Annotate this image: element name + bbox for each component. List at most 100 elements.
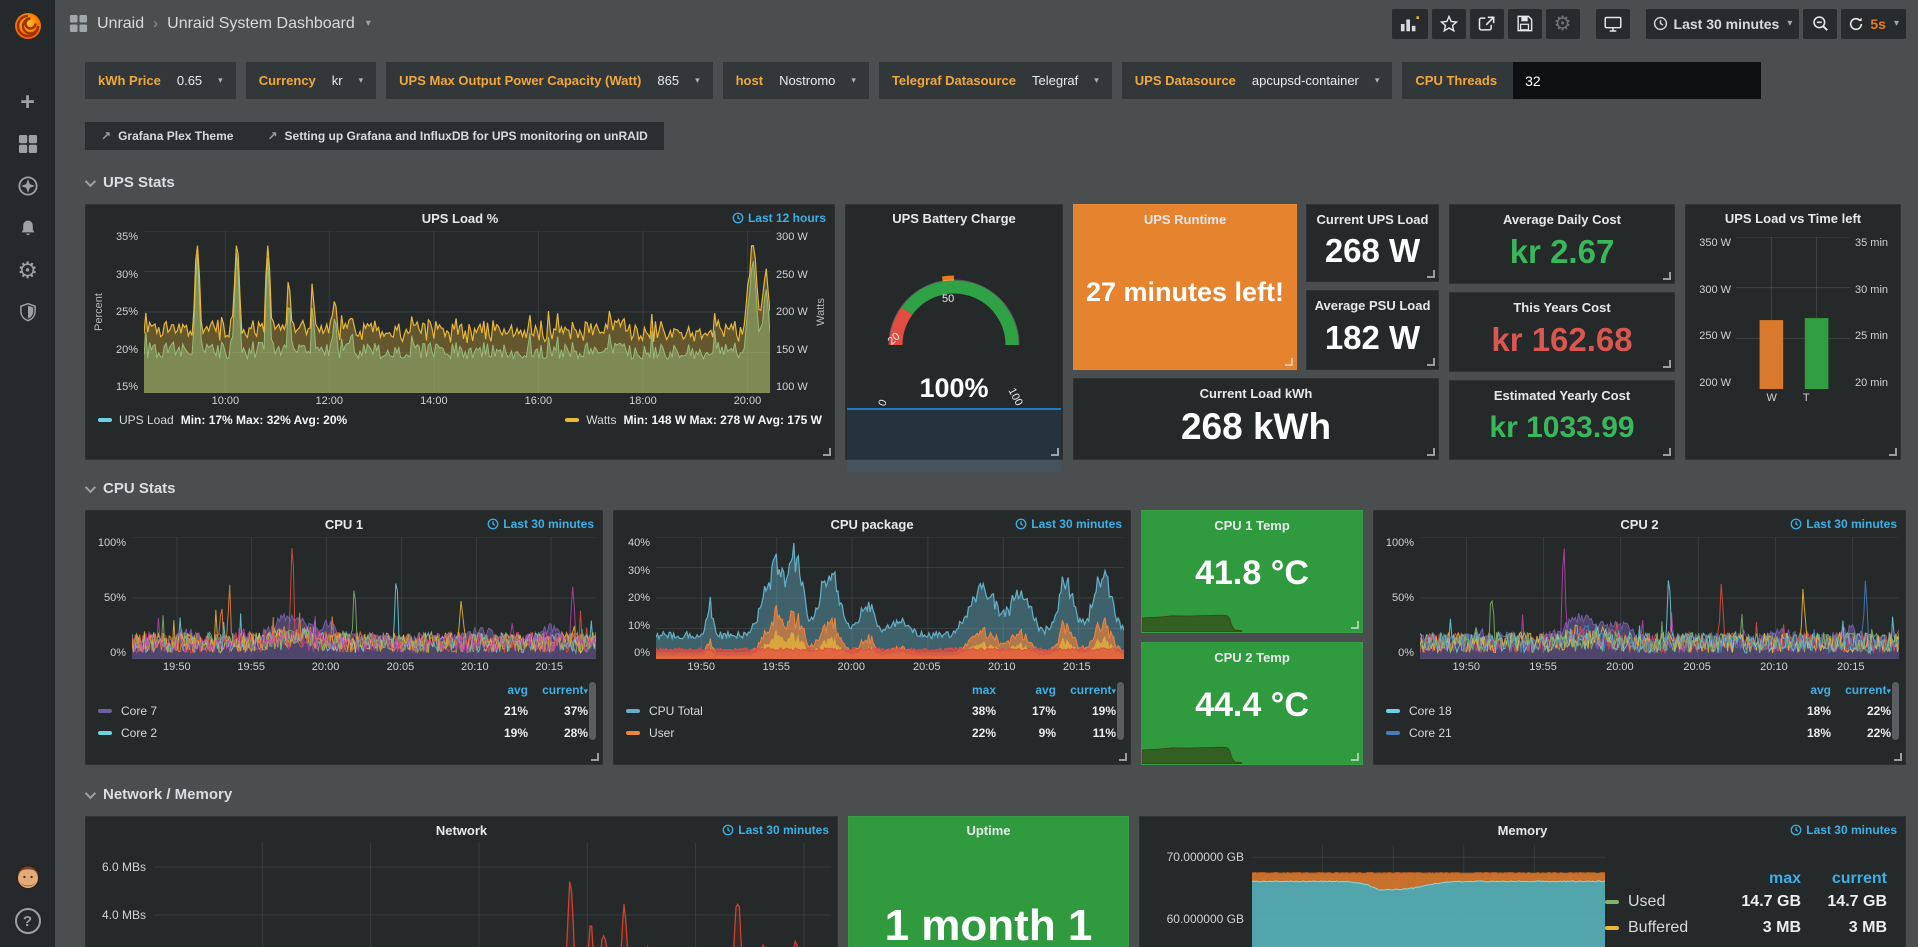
sort-caret-icon: ▾	[1886, 686, 1891, 696]
y-axis-ticks: 40%30%20% 10%0%	[620, 537, 656, 659]
variable-currency[interactable]: Currency kr ▾	[246, 62, 376, 99]
variable-ups-max-power[interactable]: UPS Max Output Power Capacity (Watt) 865…	[386, 62, 712, 99]
section-ups-stats[interactable]: UPS Stats	[85, 174, 1906, 191]
panel-time-range: Last 30 minutes	[1790, 823, 1897, 837]
configuration-gear-icon[interactable]: ⚙	[8, 256, 48, 284]
legend-series-buffered[interactable]: Buffered	[1605, 919, 1723, 937]
legend-sort-current[interactable]: current▾	[1831, 683, 1891, 697]
legend-sort-current[interactable]: current	[1801, 870, 1887, 888]
help-icon[interactable]: ?	[8, 907, 48, 935]
average-psu-load-value: 182 W	[1325, 313, 1420, 369]
add-panel-button[interactable]	[1392, 9, 1428, 39]
clock-icon	[1790, 518, 1802, 530]
current-ups-load-value: 268 W	[1325, 227, 1420, 281]
bars-y-ticks-right: 35 min30 min 25 min20 min	[1850, 237, 1896, 389]
y-axis-ticks-right: 300 W250 W 200 W150 W 100 W	[770, 231, 814, 393]
create-icon[interactable]: +	[8, 88, 48, 116]
server-admin-shield-icon[interactable]	[8, 298, 48, 326]
share-dashboard-button[interactable]	[1470, 9, 1504, 39]
link-grafana-plex-theme[interactable]: ↗ Grafana Plex Theme	[101, 129, 233, 143]
legend-sort-current[interactable]: current▾	[528, 683, 588, 697]
legend-row: CPU Total 38% 17% 19%	[626, 700, 1116, 722]
variable-kwh-price[interactable]: kWh Price 0.65 ▾	[85, 62, 236, 99]
user-avatar[interactable]	[8, 863, 48, 891]
cpu-threads-input[interactable]: 32	[1513, 62, 1761, 99]
ups-bars-plot[interactable]	[1736, 237, 1850, 389]
this-years-cost-value: kr 162.68	[1491, 315, 1632, 371]
dashboard-grid-icon[interactable]	[69, 14, 88, 33]
legend-scrollbar[interactable]	[1117, 682, 1124, 740]
legend-sort-current[interactable]: current▾	[1056, 683, 1116, 697]
legend-series-used[interactable]: Used	[1605, 893, 1723, 911]
legend-series-core2[interactable]: Core 2	[98, 726, 468, 740]
y-axis-ticks: 100%50%0%	[1380, 537, 1420, 659]
section-network-memory[interactable]: Network / Memory	[85, 786, 1906, 803]
link-ups-monitoring-guide[interactable]: ↗ Setting up Grafana and InfluxDB for UP…	[267, 129, 647, 143]
panel-time-range: Last 30 minutes	[1015, 517, 1122, 531]
ups-runtime-value: 27 minutes left!	[1076, 227, 1294, 369]
panel-ups-runtime: UPS Runtime 27 minutes left!	[1073, 204, 1297, 370]
panel-ups-load-vs-time: UPS Load vs Time left 350 W300 W 250 W20…	[1685, 204, 1901, 460]
legend-series-core21[interactable]: Core 21	[1386, 726, 1771, 740]
legend-item-ups-load[interactable]: UPS Load Min: 17% Max: 32% Avg: 20%	[98, 413, 347, 427]
ups-load-chart-plot[interactable]	[144, 231, 770, 393]
star-dashboard-button[interactable]	[1432, 9, 1466, 39]
legend-series-user[interactable]: User	[626, 726, 936, 740]
cpu2-chart-plot[interactable]	[1420, 537, 1899, 659]
dashboard-picker-caret-icon[interactable]: ▾	[366, 18, 371, 29]
breadcrumb-separator-icon: ›	[153, 15, 158, 32]
legend-row: Core 21 18% 22%	[1386, 722, 1891, 744]
save-dashboard-button[interactable]	[1508, 9, 1542, 39]
legend-scrollbar[interactable]	[589, 682, 596, 740]
temp-sparkline	[1142, 738, 1242, 764]
panel-current-ups-load: Current UPS Load 268 W	[1306, 204, 1439, 282]
sort-caret-icon: ▾	[583, 686, 588, 696]
breadcrumb-dashboard-title[interactable]: Unraid System Dashboard	[167, 15, 355, 33]
legend-series-cpu-total[interactable]: CPU Total	[626, 704, 936, 718]
memory-chart-plot[interactable]	[1252, 845, 1605, 947]
variable-cpu-threads: CPU Threads 32	[1402, 62, 1761, 99]
breadcrumb-app[interactable]: Unraid	[97, 15, 144, 33]
battery-gauge: 0 20 50 100 100%	[846, 245, 1062, 473]
zoom-out-time-button[interactable]	[1803, 9, 1837, 39]
refresh-interval-label: 5s	[1870, 16, 1886, 32]
legend-sort-avg[interactable]: avg	[468, 683, 528, 697]
cpu-package-chart-plot[interactable]	[656, 537, 1124, 659]
bars-x-labels: W T	[1686, 392, 1900, 404]
legend-sort-avg[interactable]: avg	[996, 683, 1056, 697]
legend-scrollbar[interactable]	[1892, 682, 1899, 740]
refresh-caret-icon: ▾	[1894, 18, 1899, 29]
legend-sort-avg[interactable]: avg	[1771, 683, 1831, 697]
dashboards-icon[interactable]	[8, 130, 48, 158]
time-range-picker[interactable]: Last 30 minutes ▾	[1646, 9, 1800, 39]
legend-row: Buffered 3 MB 3 MB	[1605, 915, 1887, 941]
network-chart-plot[interactable]	[154, 843, 831, 947]
explore-compass-icon[interactable]	[8, 172, 48, 200]
x-axis-ticks: 19:5019:55 20:0020:05 20:1020:15	[1420, 659, 1897, 676]
y-axis-label-right: Watts	[814, 231, 828, 393]
panel-memory: Memory Last 30 minutes 70.000000 GB 60.0…	[1139, 816, 1906, 947]
collapse-chevron-icon	[85, 481, 96, 492]
panel-cpu1-temp: CPU 1 Temp 41.8 °C	[1141, 510, 1363, 633]
legend-series-core7[interactable]: Core 7	[98, 704, 468, 718]
section-cpu-stats[interactable]: CPU Stats	[85, 480, 1906, 497]
dashboard-settings-button[interactable]: ⚙	[1546, 9, 1580, 39]
tv-cycle-button[interactable]	[1596, 9, 1630, 39]
current-load-kwh-value: 268 kWh	[1181, 401, 1331, 459]
collapse-chevron-icon	[85, 175, 96, 186]
variable-host[interactable]: host Nostromo ▾	[723, 62, 869, 99]
alerting-bell-icon[interactable]	[8, 214, 48, 242]
refresh-button[interactable]: 5s ▾	[1841, 9, 1906, 39]
cpu1-chart-plot[interactable]	[132, 537, 596, 659]
legend-series-core18[interactable]: Core 18	[1386, 704, 1771, 718]
variable-telegraf-datasource[interactable]: Telegraf Datasource Telegraf ▾	[879, 62, 1112, 99]
variable-ups-datasource[interactable]: UPS Datasource apcupsd-container ▾	[1122, 62, 1393, 99]
legend-row: Core 2 19% 28%	[98, 722, 588, 744]
clock-icon	[732, 212, 744, 224]
legend-sort-max[interactable]: max	[936, 683, 996, 697]
legend-sort-max[interactable]: max	[1723, 870, 1801, 888]
grafana-logo-icon[interactable]	[0, 0, 55, 52]
collapse-chevron-icon	[85, 787, 96, 798]
dropdown-caret-icon: ▾	[695, 75, 700, 86]
legend-item-watts[interactable]: Watts Min: 148 W Max: 278 W Avg: 175 W	[565, 413, 822, 427]
